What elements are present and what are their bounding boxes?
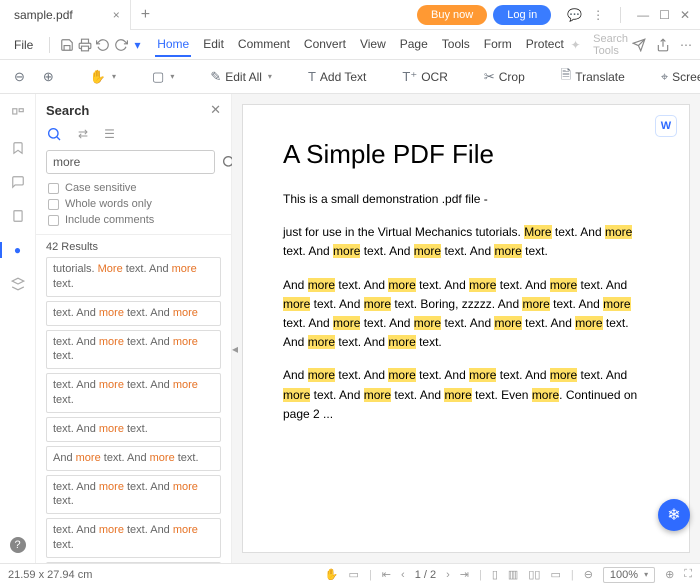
fullscreen-icon[interactable]: ⛶ xyxy=(684,568,692,581)
overflow-icon[interactable]: ⋯ xyxy=(680,38,692,52)
file-menu[interactable]: File xyxy=(8,38,39,52)
edit-all-button[interactable]: ✎Edit All▾ xyxy=(204,66,278,88)
doc-paragraph: And more text. And more text. And more t… xyxy=(283,366,649,424)
doc-paragraph: This is a small demonstration .pdf file … xyxy=(283,190,649,209)
search-result[interactable]: text. And more text. And more xyxy=(46,301,221,326)
tab-comment[interactable]: Comment xyxy=(236,33,292,57)
next-page-icon[interactable]: › xyxy=(446,569,450,581)
zoom-out-status-icon[interactable]: ⊖ xyxy=(584,568,593,581)
translate-button[interactable]: 🗎Translate xyxy=(555,63,631,91)
single-page-view-icon[interactable]: ▯ xyxy=(492,568,498,581)
search-result[interactable]: text. And more text. And more text. xyxy=(46,562,221,563)
tab-title: sample.pdf xyxy=(14,8,73,22)
search-tools[interactable]: Search Tools xyxy=(593,33,628,57)
search-result[interactable]: text. And more text. xyxy=(46,417,221,442)
search-result-count: 42 Results xyxy=(36,234,231,257)
login-button[interactable]: Log in xyxy=(493,5,551,25)
ai-assistant-fab[interactable]: ❄ xyxy=(658,499,690,531)
search-result[interactable]: text. And more text. And more text. xyxy=(46,373,221,413)
opt-include-comments[interactable]: Include comments xyxy=(48,214,219,226)
search-panel-icon[interactable]: ● xyxy=(8,240,28,260)
search-result[interactable]: tutorials. More text. And more text. xyxy=(46,257,221,297)
ai-icon[interactable]: ✦ xyxy=(570,34,581,56)
tab-close-icon[interactable]: × xyxy=(113,8,120,22)
layers-icon[interactable] xyxy=(8,274,28,294)
save-icon[interactable] xyxy=(60,34,74,56)
convert-to-word-icon[interactable]: W xyxy=(655,115,677,137)
tab-edit[interactable]: Edit xyxy=(201,33,226,57)
zoom-out-button[interactable]: ⊖ xyxy=(8,66,31,88)
share-icon[interactable] xyxy=(656,38,670,52)
minimize-icon[interactable]: — xyxy=(637,8,649,22)
hand-tool[interactable]: ✋▾ xyxy=(84,66,122,88)
continuous-view-icon[interactable]: ▥ xyxy=(508,568,518,581)
two-page-view-icon[interactable]: ▯▯ xyxy=(528,568,540,581)
more-menu-icon[interactable]: ⋮ xyxy=(592,8,604,22)
screenshot-button[interactable]: ⌖Screenshot▾ xyxy=(655,66,700,88)
send-icon[interactable] xyxy=(632,38,646,52)
doc-paragraph: just for use in the Virtual Mechanics tu… xyxy=(283,223,649,261)
hand-status-icon[interactable]: ✋ xyxy=(325,568,339,581)
select-tool[interactable]: ▢▾ xyxy=(146,66,180,88)
tab-convert[interactable]: Convert xyxy=(302,33,348,57)
search-result[interactable]: text. And more text. And more text. xyxy=(46,330,221,370)
search-mode-options-icon[interactable]: ☰ xyxy=(104,127,115,141)
tab-form[interactable]: Form xyxy=(482,33,514,57)
crop-button[interactable]: ✂Crop xyxy=(478,66,531,88)
new-tab-button[interactable]: + xyxy=(131,6,160,24)
tab-view[interactable]: View xyxy=(358,33,388,57)
ribbon-tabs: Home Edit Comment Convert View Page Tools Form P… xyxy=(155,33,566,57)
redo-icon[interactable] xyxy=(114,34,128,56)
close-window-icon[interactable]: ✕ xyxy=(680,8,690,22)
feedback-icon[interactable]: 💬 xyxy=(567,8,582,22)
opt-case-sensitive[interactable]: Case sensitive xyxy=(48,182,219,194)
attachments-icon[interactable] xyxy=(8,206,28,226)
tab-tools[interactable]: Tools xyxy=(440,33,472,57)
search-result[interactable]: And more text. And more text. xyxy=(46,446,221,471)
comments-icon[interactable] xyxy=(8,172,28,192)
read-mode-icon[interactable]: ▭ xyxy=(550,568,560,581)
ocr-button[interactable]: T⁺OCR xyxy=(396,66,453,88)
prev-page-icon[interactable]: ‹ xyxy=(401,569,405,581)
add-text-button[interactable]: TAdd Text xyxy=(302,66,372,87)
zoom-in-button[interactable]: ⊕ xyxy=(37,66,60,88)
doc-paragraph: And more text. And more text. And more t… xyxy=(283,276,649,353)
search-result[interactable]: text. And more text. And more text. xyxy=(46,518,221,558)
zoom-level[interactable]: 100%▾ xyxy=(603,567,655,583)
close-panel-icon[interactable]: ✕ xyxy=(210,102,221,118)
page-dimensions: 21.59 x 27.94 cm xyxy=(8,569,92,581)
pdf-page: W A Simple PDF File This is a small demo… xyxy=(242,104,690,553)
tab-page[interactable]: Page xyxy=(398,33,430,57)
document-tab[interactable]: sample.pdf × xyxy=(0,0,131,30)
quick-tool-icon[interactable]: ▾ xyxy=(132,34,143,56)
select-status-icon[interactable]: ▭ xyxy=(349,568,359,581)
first-page-icon[interactable]: ⇤ xyxy=(382,568,391,581)
print-icon[interactable] xyxy=(78,34,92,56)
bookmarks-icon[interactable] xyxy=(8,138,28,158)
tab-protect[interactable]: Protect xyxy=(524,33,566,57)
help-icon[interactable]: ? xyxy=(10,537,26,553)
collapse-sidepanel-icon[interactable]: ◂ xyxy=(231,329,239,369)
search-result[interactable]: text. And more text. And more text. xyxy=(46,475,221,515)
buy-now-button[interactable]: Buy now xyxy=(417,5,487,25)
undo-icon[interactable] xyxy=(96,34,110,56)
page-indicator[interactable]: 1 / 2 xyxy=(415,569,436,581)
search-mode-find-icon[interactable] xyxy=(46,126,62,142)
doc-title: A Simple PDF File xyxy=(283,139,649,170)
zoom-in-status-icon[interactable]: ⊕ xyxy=(665,568,674,581)
search-mode-replace-icon[interactable]: ⇄ xyxy=(78,127,88,141)
last-page-icon[interactable]: ⇥ xyxy=(460,568,469,581)
search-input[interactable] xyxy=(46,150,215,174)
opt-whole-words[interactable]: Whole words only xyxy=(48,198,219,210)
search-panel-title: Search xyxy=(46,103,89,118)
tab-home[interactable]: Home xyxy=(155,33,191,57)
thumbnails-icon[interactable] xyxy=(8,104,28,124)
maximize-icon[interactable]: ☐ xyxy=(659,8,670,22)
